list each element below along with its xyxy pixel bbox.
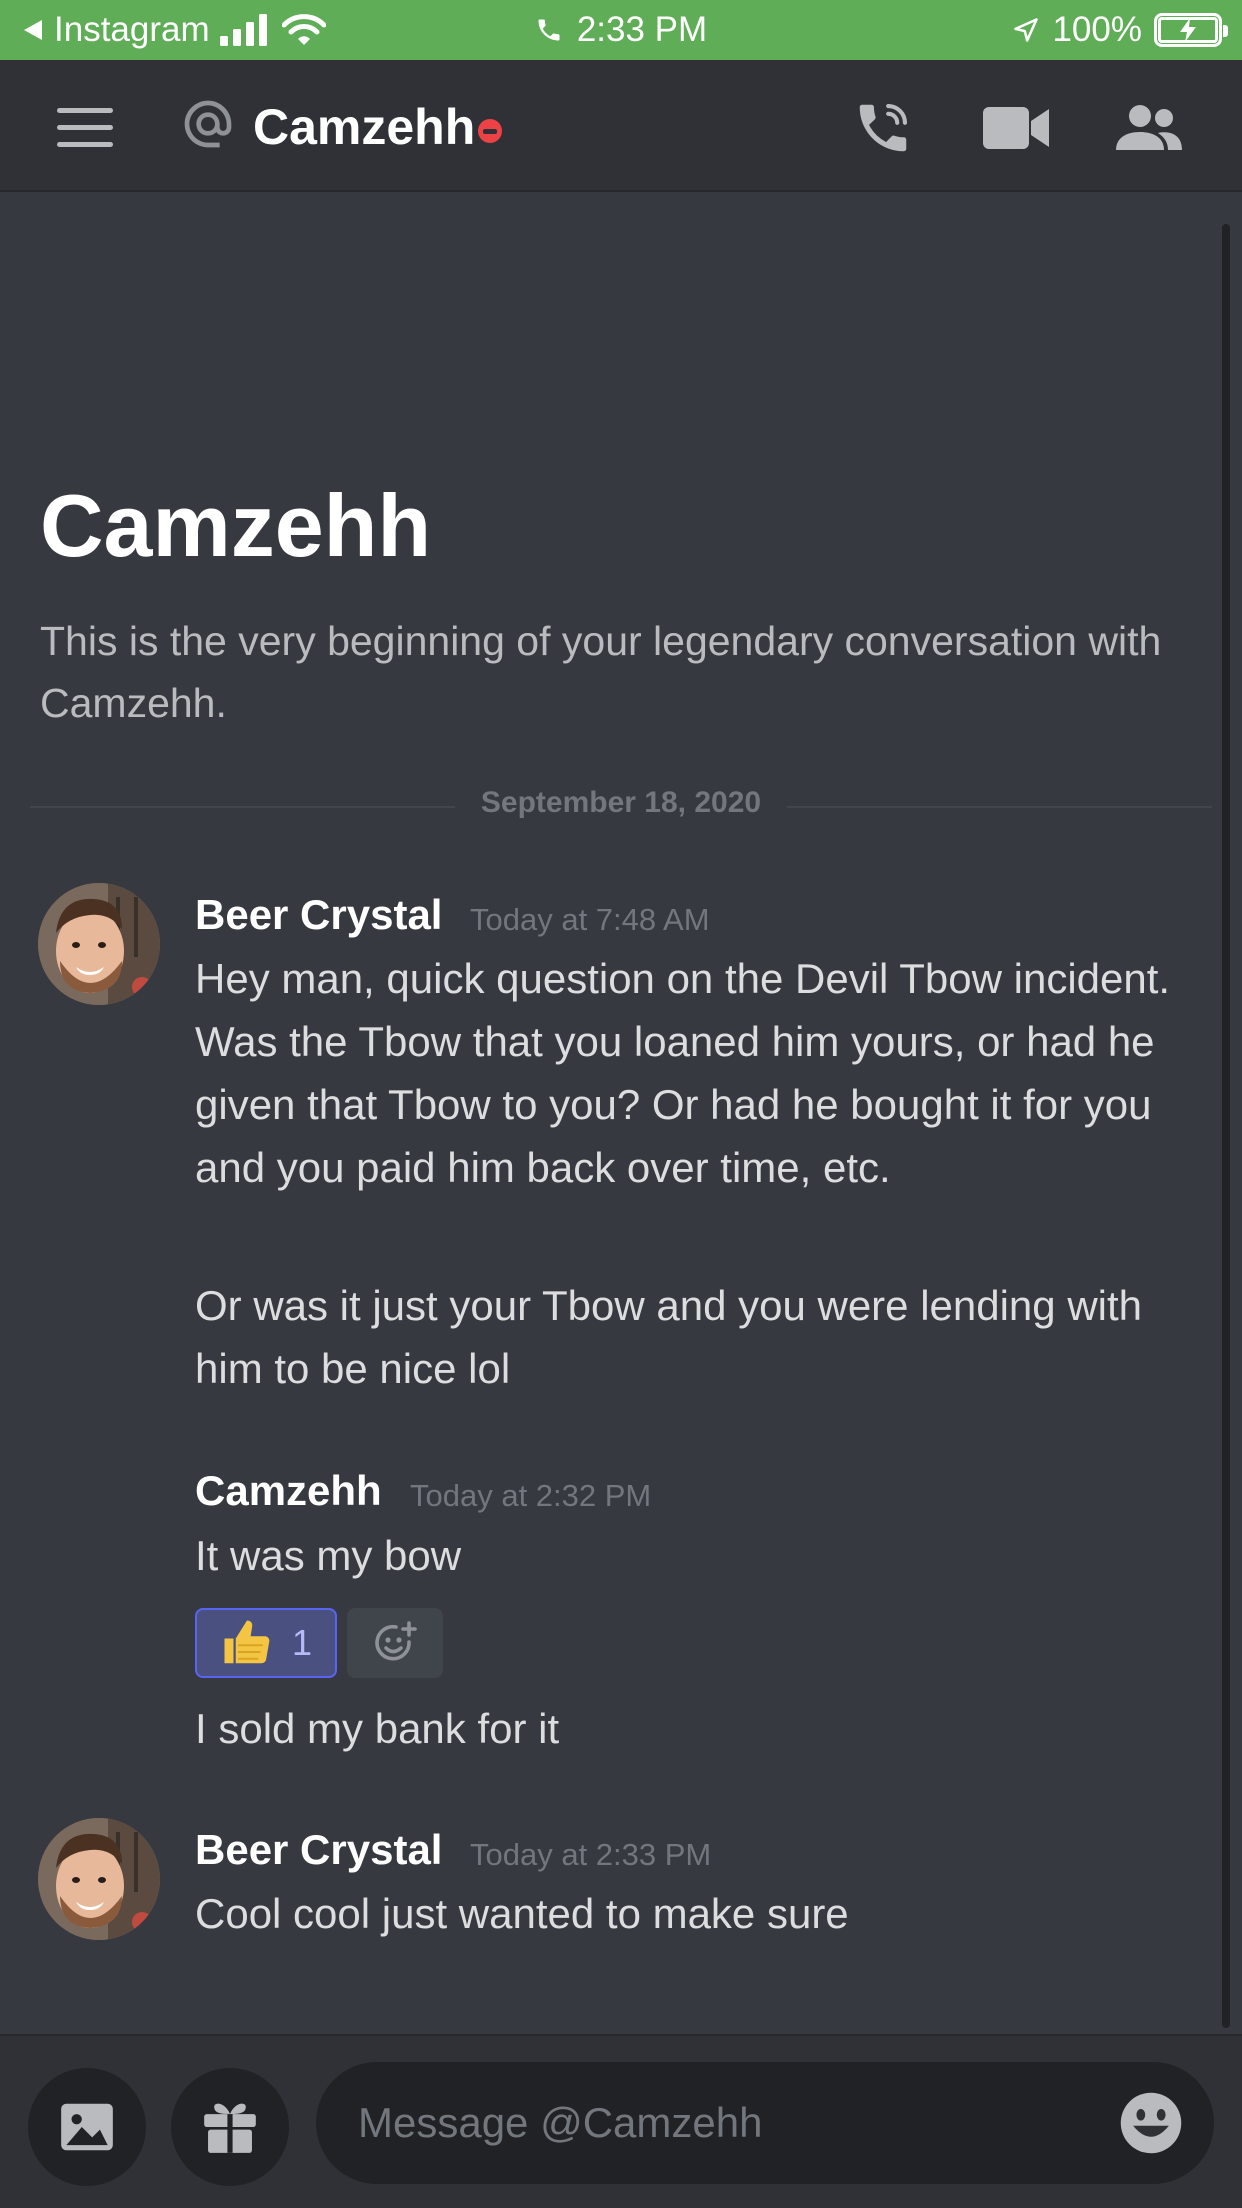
members-button[interactable] [1113,98,1183,158]
message-author[interactable]: Beer Crystal [195,1826,442,1874]
battery-percent: 100% [1052,10,1142,49]
message-input[interactable] [316,2062,1214,2184]
message-text: Hey man, quick question on the Devil Tbo… [195,955,1171,1191]
reaction-thumbs-up[interactable]: 1 [195,1608,337,1678]
emoji-icon[interactable] [1118,2090,1184,2156]
message-text: Or was it just your Tbow and you were le… [195,1282,1143,1392]
gift-button[interactable] [171,2068,289,2186]
welcome-subtitle: This is the very beginning of your legen… [40,618,1162,726]
message-timestamp: Today at 2:33 PM [470,1837,712,1872]
add-reaction-button[interactable] [347,1608,443,1678]
phone-call-icon [538,19,560,41]
welcome-title: Camzehh [40,476,432,575]
avatar[interactable] [38,883,160,1005]
message-timestamp: Today at 7:48 AM [470,902,710,937]
channel-header: Camzehh [0,60,1242,192]
message-text: I sold my bank for it [195,1705,560,1752]
scrollbar[interactable] [1222,224,1230,2028]
gift-icon [204,2103,256,2153]
video-call-button[interactable] [981,98,1051,158]
channel-title: Camzehh [253,99,476,155]
menu-icon[interactable] [57,108,113,148]
location-icon [1014,18,1039,42]
add-reaction-icon [375,1621,417,1661]
status-time: 2:33 PM [576,10,708,49]
message-timestamp: Today at 2:32 PM [410,1478,652,1513]
image-icon [61,2103,113,2151]
call-icon [859,103,908,152]
video-icon [983,107,1049,149]
battery-icon [1154,13,1228,47]
message-author[interactable]: Beer Crystal [195,891,442,939]
reaction-count: 1 [291,1622,313,1663]
members-icon [1116,105,1182,150]
date-divider: September 18, 2020 [454,786,788,819]
thumbs-up-icon [224,1620,270,1664]
upload-image-button[interactable] [28,2068,146,2186]
at-icon [184,100,232,148]
message-author[interactable]: Camzehh [195,1467,382,1515]
message-text: It was my bow [195,1532,462,1579]
voice-call-button[interactable] [848,98,918,158]
dnd-status-icon [478,119,502,143]
status-bar: Instagram 2:33 PM 100% [0,0,1242,60]
avatar[interactable] [38,1818,160,1940]
message-text: Cool cool just wanted to make sure [195,1890,849,1937]
